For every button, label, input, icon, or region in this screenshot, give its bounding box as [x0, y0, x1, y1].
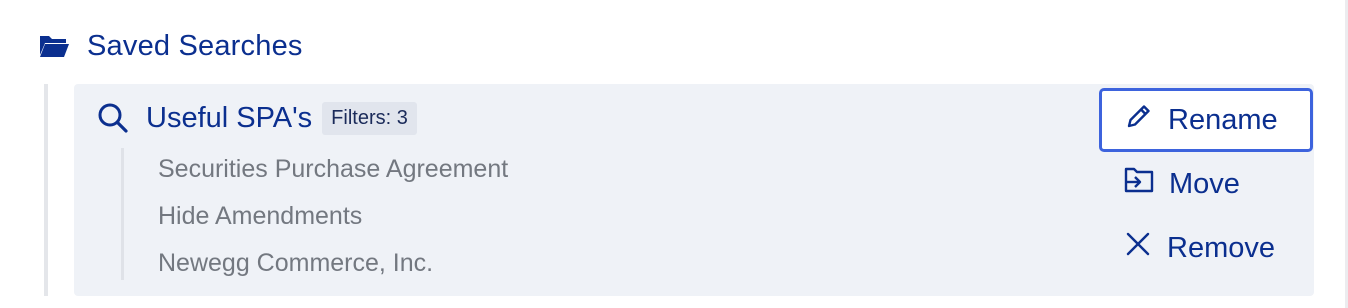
pencil-icon — [1124, 101, 1168, 139]
move-folder-icon — [1123, 165, 1169, 203]
criteria-indent-line — [121, 148, 124, 280]
rename-button[interactable]: Rename — [1099, 88, 1313, 152]
actions-menu: Rename Move Remove — [1099, 88, 1313, 280]
folder-title: Saved Searches — [87, 29, 303, 62]
criteria-item: Hide Amendments — [158, 202, 363, 230]
saved-search-name[interactable]: Useful SPA's — [146, 102, 312, 135]
folder-open-icon — [38, 33, 70, 59]
filters-count-badge: Filters: 3 — [322, 101, 417, 135]
remove-button[interactable]: Remove — [1099, 216, 1313, 280]
move-button[interactable]: Move — [1099, 152, 1313, 216]
rename-label: Rename — [1168, 103, 1278, 136]
close-icon — [1123, 229, 1167, 267]
tree-indent-line — [44, 84, 48, 296]
criteria-item: Securities Purchase Agreement — [158, 155, 509, 183]
saved-search-card: Useful SPA's Filters: 3 Securities Purch… — [74, 84, 1314, 296]
saved-search-header: Useful SPA's Filters: 3 — [96, 98, 417, 138]
move-label: Move — [1169, 167, 1240, 200]
saved-searches-folder[interactable]: Saved Searches — [38, 26, 303, 66]
remove-label: Remove — [1167, 231, 1275, 264]
criteria-item: Newegg Commerce, Inc. — [158, 249, 434, 277]
criteria-list: Securities Purchase Agreement Hide Amend… — [158, 150, 508, 291]
search-icon — [96, 101, 130, 135]
